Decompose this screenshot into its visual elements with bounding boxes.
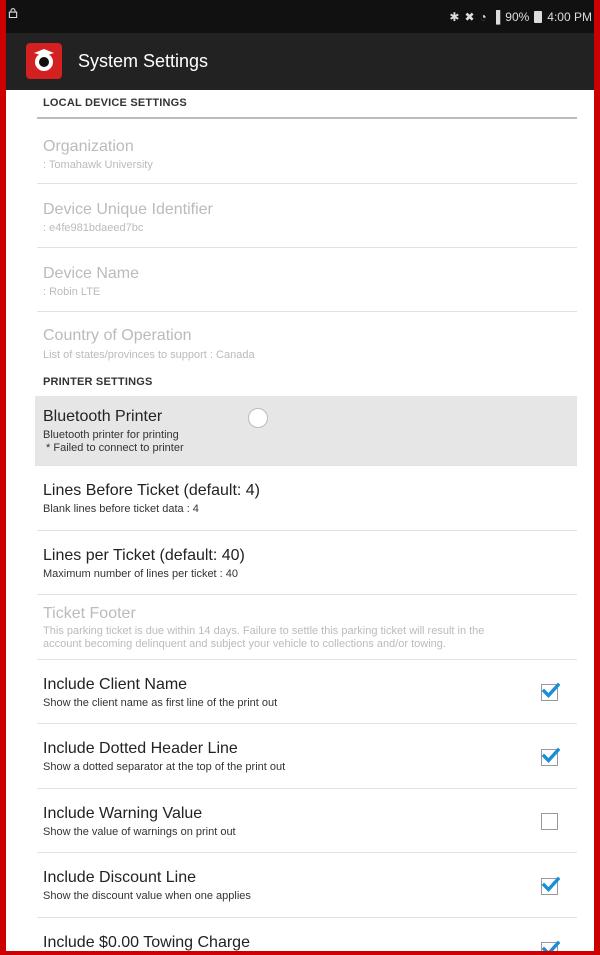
checkmark-icon	[541, 682, 560, 698]
section-header-printer: PRINTER SETTINGS	[37, 369, 577, 396]
setting-subtitle: Maximum number of lines per ticket : 40	[43, 568, 239, 580]
option-include-client-name[interactable]: Include Client Name Show the client name…	[37, 660, 577, 724]
setting-subtitle: : e4fe981bdaeed7bc	[43, 222, 144, 234]
section-title: PRINTER SETTINGS	[43, 376, 153, 388]
setting-device-identifier: Device Unique Identifier : e4fe981bdaeed…	[37, 184, 577, 248]
setting-device-name: Device Name : Robin LTE	[37, 248, 577, 312]
checkbox-include-discount-line[interactable]	[541, 876, 560, 895]
checkbox-include-dotted-header[interactable]	[541, 747, 560, 766]
bluetooth-printer-radio[interactable]	[248, 408, 268, 428]
setting-title: Lines Before Ticket (default: 4)	[43, 482, 260, 499]
section-header-local: LOCAL DEVICE SETTINGS	[37, 90, 577, 119]
clock: 4:00 PM	[547, 10, 592, 24]
section-title: LOCAL DEVICE SETTINGS	[43, 97, 187, 109]
setting-subtitle: Bluetooth printer for printing	[43, 429, 179, 441]
battery-icon	[534, 11, 543, 23]
setting-organization: Organization : Tomahawk University	[37, 119, 577, 184]
setting-title: Country of Operation	[43, 327, 192, 344]
option-title: Include Discount Line	[43, 869, 196, 886]
wifi-icon: ◔	[479, 10, 487, 24]
setting-title: Device Unique Identifier	[43, 201, 213, 218]
setting-ticket-footer: Ticket Footer This parking ticket is due…	[37, 595, 577, 660]
setting-country-of-operation: Country of Operation List of states/prov…	[37, 312, 577, 369]
app-logo-icon[interactable]	[26, 43, 62, 79]
battery-percent: 90%	[505, 10, 530, 24]
option-include-towing-charge[interactable]: Include $0.00 Towing Charge	[37, 918, 577, 951]
setting-subtitle: : Tomahawk University	[43, 159, 153, 171]
checkbox-include-warning-value[interactable]	[541, 813, 558, 830]
setting-bluetooth-printer[interactable]: Bluetooth Printer Bluetooth printer for …	[35, 396, 577, 466]
footer-text-line2: account becoming delinquent and subject …	[43, 638, 446, 650]
option-subtitle: Show the discount value when one applies	[43, 890, 251, 902]
setting-title: Bluetooth Printer	[43, 408, 163, 425]
bluetooth-icon: ✱	[449, 10, 460, 24]
status-bar: ✱ ✖ ◔ ▐ 90% 4:00 PM	[6, 0, 594, 33]
option-title: Include Client Name	[43, 676, 188, 693]
signal-icon: ▐	[491, 10, 501, 24]
checkmark-icon	[541, 747, 560, 763]
setting-subtitle: : Robin LTE	[43, 286, 101, 298]
settings-list: LOCAL DEVICE SETTINGS Organization : Tom…	[6, 90, 594, 951]
option-title: Include Warning Value	[43, 805, 203, 822]
option-subtitle: Show the client name as first line of th…	[43, 697, 278, 709]
setting-title: Device Name	[43, 265, 140, 282]
option-include-warning-value[interactable]: Include Warning Value Show the value of …	[37, 789, 577, 853]
setting-subtitle: List of states/provinces to support : Ca…	[43, 349, 255, 361]
lock-icon	[8, 8, 18, 18]
setting-lines-before-ticket[interactable]: Lines Before Ticket (default: 4) Blank l…	[37, 466, 577, 531]
checkbox-include-towing-charge[interactable]	[541, 940, 560, 951]
option-title: Include Dotted Header Line	[43, 740, 238, 757]
app-bar: System Settings	[6, 33, 594, 90]
checkbox-include-client-name[interactable]	[541, 682, 560, 701]
setting-title: Organization	[43, 138, 134, 155]
setting-title: Lines per Ticket (default: 40)	[43, 547, 245, 564]
mute-icon: ✖	[464, 10, 475, 24]
checkmark-icon	[541, 876, 560, 892]
option-subtitle: Show the value of warnings on print out	[43, 826, 236, 838]
setting-subtitle: Blank lines before ticket data : 4	[43, 503, 199, 515]
setting-title: Ticket Footer	[43, 605, 136, 622]
option-include-discount-line[interactable]: Include Discount Line Show the discount …	[37, 853, 577, 918]
page-title: System Settings	[78, 51, 209, 71]
footer-text-line1: This parking ticket is due within 14 day…	[43, 625, 485, 637]
option-title: Include $0.00 Towing Charge	[43, 934, 250, 951]
device-frame: ✱ ✖ ◔ ▐ 90% 4:00 PM System Settings LOCA…	[6, 0, 594, 951]
printer-error-text: * Failed to connect to printer	[43, 442, 184, 454]
option-subtitle: Show a dotted separator at the top of th…	[43, 761, 286, 773]
setting-lines-per-ticket[interactable]: Lines per Ticket (default: 40) Maximum n…	[37, 531, 577, 595]
checkmark-icon	[541, 940, 560, 951]
option-include-dotted-header[interactable]: Include Dotted Header Line Show a dotted…	[37, 724, 577, 789]
